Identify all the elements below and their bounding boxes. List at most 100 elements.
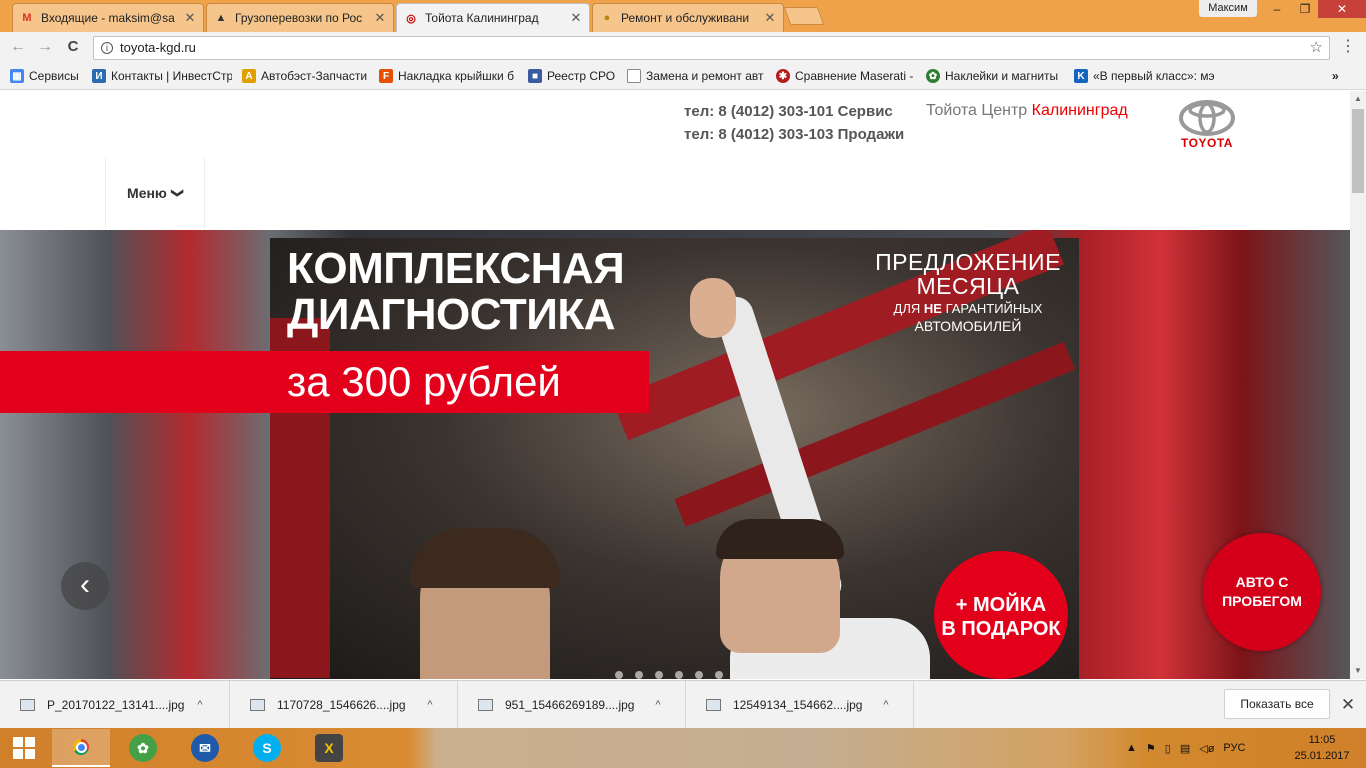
browser-tab-bar: M Входящие - maksim@sa ✕ ▲ Грузоперевозк…: [0, 0, 1366, 32]
bookmark-item[interactable]: K «В первый класс»: мэ: [1074, 67, 1214, 85]
tab-close-icon[interactable]: ✕: [183, 10, 197, 26]
slider-dot[interactable]: [715, 671, 723, 679]
toyota-logo[interactable]: TOYOTA: [1175, 99, 1239, 151]
download-item[interactable]: 12549134_154662....jpg ^: [686, 681, 914, 729]
tab-close-icon[interactable]: ✕: [763, 10, 777, 26]
promo-title: КОМПЛЕКСНАЯ ДИАГНОСТИКА: [287, 244, 625, 339]
taskbar-icq[interactable]: ✿: [114, 729, 172, 767]
image-file-icon: [250, 699, 265, 711]
clock-date: 25.01.2017: [1294, 750, 1350, 762]
bookmark-item[interactable]: И Контакты | ИнвестСтр: [92, 67, 232, 85]
phone-service[interactable]: тел: 8 (4012) 303-101 Сервис: [684, 103, 893, 120]
bookmark-item[interactable]: ✿ Наклейки и магниты: [926, 67, 1064, 85]
windows-logo-icon: [13, 737, 35, 759]
device-icon[interactable]: ▯: [1165, 742, 1171, 755]
browser-menu-icon[interactable]: ⋮: [1340, 36, 1356, 58]
slider-prev-button[interactable]: ‹: [61, 562, 109, 610]
clock[interactable]: 11:05 25.01.2017: [1290, 732, 1354, 764]
bookmark-item[interactable]: Замена и ремонт авт: [627, 67, 765, 85]
chevron-up-icon[interactable]: ^: [645, 699, 671, 711]
windows-taskbar: ✿ ✉ S X ▲ ⚑ ▯ ▤ ◁ø РУС 11:05 25.01.2017: [0, 728, 1366, 768]
used-cars-button[interactable]: АВТО С ПРОБЕГОМ: [1203, 533, 1321, 651]
volume-muted-icon[interactable]: ◁ø: [1199, 742, 1214, 755]
system-tray: ▲ ⚑ ▯ ▤ ◁ø РУС: [1126, 728, 1245, 768]
toyota-emblem-icon: [1179, 100, 1235, 136]
slider-dot[interactable]: [635, 671, 643, 679]
slider-dot[interactable]: [615, 671, 623, 679]
image-file-icon: [478, 699, 493, 711]
show-all-downloads-button[interactable]: Показать все: [1224, 689, 1330, 719]
bookmark-item[interactable]: F Накладка крыйшки б: [379, 67, 517, 85]
bookmark-star-icon[interactable]: ☆: [1310, 37, 1323, 59]
start-button[interactable]: [0, 728, 48, 768]
maximize-button[interactable]: ❐: [1292, 0, 1318, 18]
downloads-shelf: P_20170122_13141....jpg ^ 1170728_154662…: [0, 680, 1366, 729]
info-icon[interactable]: i: [101, 42, 113, 54]
close-downloads-icon[interactable]: ✕: [1338, 693, 1358, 717]
network-icon[interactable]: ▤: [1180, 742, 1190, 755]
tab-close-icon[interactable]: ✕: [569, 10, 583, 26]
slider-dot[interactable]: [655, 671, 663, 679]
bookmark-item[interactable]: ■ Реестр СРО: [528, 67, 618, 85]
profile-button[interactable]: Максим: [1199, 0, 1257, 17]
tab-repair[interactable]: ● Ремонт и обслуживани ✕: [592, 3, 784, 32]
skype-icon: S: [253, 734, 281, 762]
flag-icon[interactable]: ⚑: [1146, 742, 1156, 755]
download-item[interactable]: 1170728_1546626....jpg ^: [230, 681, 458, 729]
taskbar-x-app[interactable]: X: [300, 729, 358, 767]
promo-price: за 300 рублей: [287, 358, 561, 405]
tab-close-icon[interactable]: ✕: [373, 10, 387, 26]
chrome-icon: [67, 733, 95, 761]
image-file-icon: [20, 699, 35, 711]
f-letter-icon: F: [379, 69, 393, 83]
scroll-up-icon[interactable]: ▲: [1350, 91, 1366, 107]
apps-grid-icon: ▦: [10, 69, 24, 83]
warning-triangle-icon: ▲: [215, 12, 227, 24]
tab-title: Входящие - maksim@sa: [41, 11, 175, 25]
bookmark-item[interactable]: ▦ Сервисы: [10, 67, 86, 85]
toyota-favicon-icon: ◎: [406, 12, 416, 25]
minimize-button[interactable]: –: [1262, 0, 1292, 18]
bookmark-item[interactable]: ✱ Сравнение Maserati -: [776, 67, 914, 85]
free-wash-badge: + МОЙКА В ПОДАРОК: [934, 551, 1068, 679]
dealer-name: Тойота Центр Калининград: [926, 102, 1128, 120]
slider-dot[interactable]: [695, 671, 703, 679]
tab-gmail[interactable]: M Входящие - maksim@sa ✕: [12, 3, 204, 32]
bookmark-item[interactable]: A Автобэст-Запчасти: [242, 67, 370, 85]
reload-icon[interactable]: C: [62, 37, 84, 57]
dealer-label: Тойота Центр: [926, 102, 1028, 119]
forward-icon[interactable]: →: [34, 37, 56, 57]
new-tab-button[interactable]: [783, 7, 825, 25]
scroll-thumb[interactable]: [1352, 109, 1364, 193]
language-indicator[interactable]: РУС: [1223, 742, 1245, 754]
tab-title: Грузоперевозки по Рос: [235, 11, 363, 25]
chevron-up-icon[interactable]: ^: [417, 699, 443, 711]
flower-icon: ✿: [926, 69, 940, 83]
offer-of-month: ПРЕДЛОЖЕНИЕ МЕСЯЦА ДЛЯ НЕ ГАРАНТИЙНЫХ АВ…: [875, 249, 1061, 334]
address-bar[interactable]: i toyota-kgd.ru ☆: [93, 36, 1330, 60]
chevron-up-icon[interactable]: ^: [873, 699, 899, 711]
tab-title: Ремонт и обслуживани: [621, 11, 750, 25]
close-window-button[interactable]: ✕: [1318, 0, 1366, 18]
back-icon[interactable]: ←: [7, 37, 29, 57]
phone-sales[interactable]: тел: 8 (4012) 303-103 Продажи: [684, 126, 904, 143]
scroll-down-icon[interactable]: ▼: [1350, 663, 1366, 679]
flag-icon: ■: [528, 69, 542, 83]
tab-cargo[interactable]: ▲ Грузоперевозки по Рос ✕: [206, 3, 394, 32]
taskbar-skype[interactable]: S: [238, 729, 296, 767]
bookmarks-overflow-button[interactable]: »: [1332, 67, 1346, 85]
tab-toyota[interactable]: ◎ Тойота Калининград ✕: [396, 3, 590, 32]
slider-dot[interactable]: [675, 671, 683, 679]
menu-button[interactable]: Меню ❯: [105, 157, 205, 229]
invest-icon: И: [92, 69, 106, 83]
download-item[interactable]: P_20170122_13141....jpg ^: [0, 681, 230, 729]
chevron-up-icon[interactable]: ^: [187, 699, 213, 711]
taskbar-thunderbird[interactable]: ✉: [176, 729, 234, 767]
page-scrollbar[interactable]: ▲ ▼: [1350, 91, 1366, 679]
tray-expand-icon[interactable]: ▲: [1126, 742, 1137, 754]
hero-slider[interactable]: КОМПЛЕКСНАЯ ДИАГНОСТИКА за 300 рублей ПР…: [0, 230, 1350, 679]
menu-label: Меню: [127, 185, 167, 201]
download-item[interactable]: 951_15466269189....jpg ^: [458, 681, 686, 729]
url-text: toyota-kgd.ru: [120, 40, 196, 55]
taskbar-chrome[interactable]: [52, 729, 110, 767]
